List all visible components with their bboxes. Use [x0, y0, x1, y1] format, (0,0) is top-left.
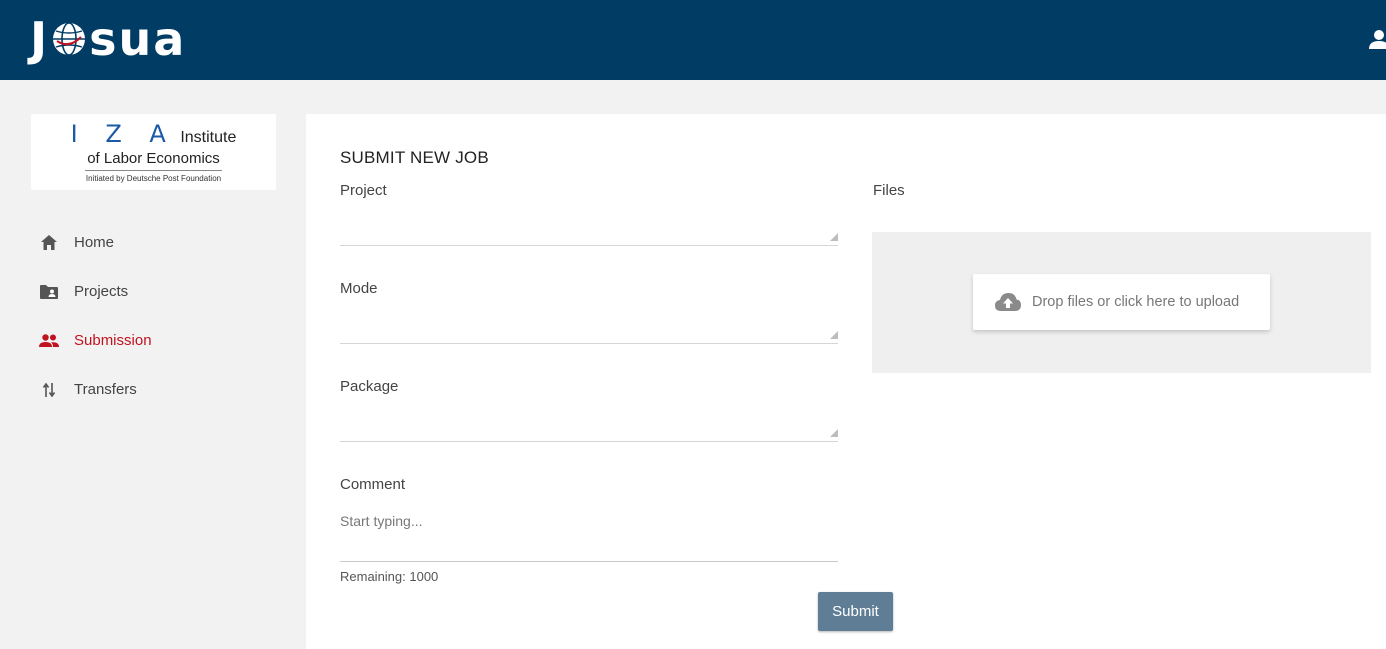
user-icon[interactable]: [1368, 28, 1386, 50]
sidebar-item-label: Submission: [74, 332, 152, 349]
sidebar-item-label: Transfers: [74, 381, 137, 398]
sidebar-item-label: Home: [74, 234, 115, 251]
sidebar-nav: Home Projects Submission Transfers: [30, 218, 290, 414]
resize-grip-icon: [830, 331, 838, 339]
resize-grip-icon: [830, 233, 838, 241]
sidebar-item-projects[interactable]: Projects: [30, 267, 290, 316]
globe-icon: [53, 22, 86, 56]
sidebar-item-submission[interactable]: Submission: [30, 316, 290, 365]
project-select[interactable]: [340, 210, 838, 246]
package-select-underline: [340, 441, 838, 442]
comment-placeholder: Start typing...: [340, 513, 423, 529]
logo-tagline: Initiated by Deutsche Post Foundation: [85, 174, 222, 183]
remaining-counter: Remaining: 1000: [340, 569, 439, 584]
logo-subtitle: of Labor Economics: [85, 150, 222, 171]
transfer-arrows-icon: [39, 380, 59, 400]
group-icon: [39, 331, 59, 351]
upload-button[interactable]: Drop files or click here to upload: [973, 274, 1270, 330]
comment-label: Comment: [340, 476, 406, 493]
logo-letters: I Z A: [70, 120, 176, 148]
mode-label: Mode: [340, 280, 378, 297]
logo-title-row: I Z A Institute: [31, 122, 276, 150]
project-select-underline: [340, 245, 838, 246]
logo-institute-word: Institute: [180, 129, 237, 146]
top-app-bar: J SUA: [0, 0, 1386, 80]
sidebar-item-label: Projects: [74, 283, 129, 300]
comment-underline: [340, 561, 838, 562]
brand-letters-sua: SUA: [89, 12, 187, 66]
file-dropzone[interactable]: Drop files or click here to upload: [872, 232, 1371, 373]
mode-select[interactable]: [340, 308, 838, 344]
submit-button[interactable]: Submit: [818, 592, 893, 631]
sidebar-item-home[interactable]: Home: [30, 218, 290, 267]
resize-grip-icon: [830, 429, 838, 437]
iza-logo: I Z A Institute of Labor Economics Initi…: [31, 114, 276, 190]
page-title: SUBMIT NEW JOB: [340, 148, 489, 167]
submit-job-panel: SUBMIT NEW JOB Project Mode Package Comm…: [306, 114, 1386, 649]
files-label: Files: [873, 182, 905, 199]
package-select[interactable]: [340, 406, 838, 442]
upload-text: Drop files or click here to upload: [1032, 294, 1240, 310]
app-logo[interactable]: J SUA: [30, 12, 187, 66]
package-label: Package: [340, 378, 399, 395]
folder-icon: [39, 282, 59, 302]
project-label: Project: [340, 182, 387, 199]
brand-letter-j: J: [30, 12, 50, 66]
mode-select-underline: [340, 343, 838, 344]
cloud-upload-icon: [995, 293, 1021, 311]
home-icon: [39, 233, 59, 253]
comment-textarea[interactable]: Start typing...: [340, 506, 838, 562]
sidebar-item-transfers[interactable]: Transfers: [30, 365, 290, 414]
